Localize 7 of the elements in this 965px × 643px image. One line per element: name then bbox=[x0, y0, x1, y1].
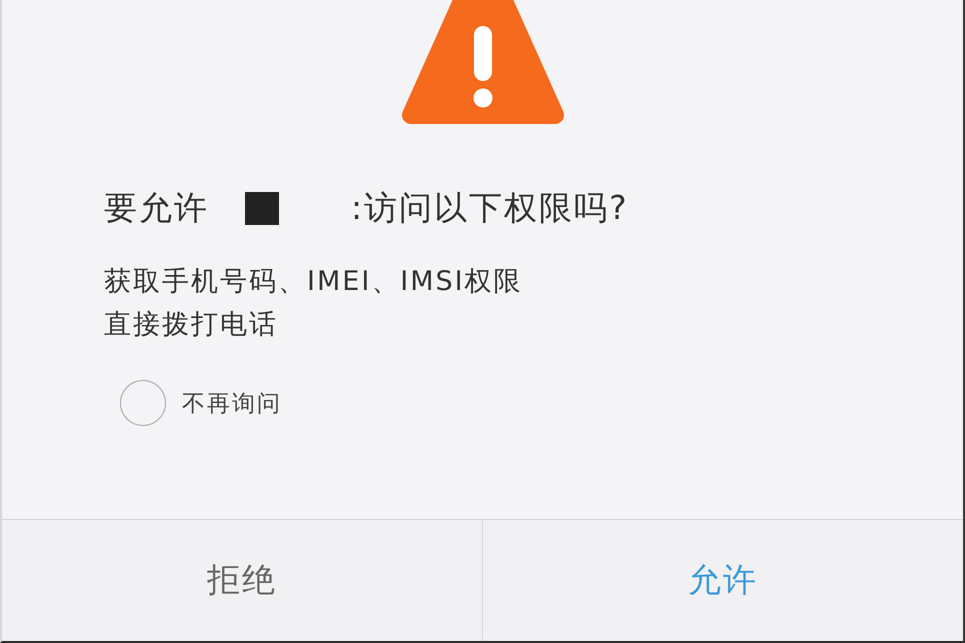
dialog-title: 要允许 bbox=[104, 187, 209, 229]
checkbox-label: 不再询问 bbox=[182, 390, 282, 418]
redaction-block bbox=[245, 192, 279, 224]
permission-text: 获取手机号码、IMEI、IMSI权限 bbox=[104, 265, 524, 299]
checkbox-circle[interactable] bbox=[120, 380, 166, 426]
dialog-title: :访问以下权限吗? bbox=[351, 187, 629, 229]
permission-text: 直接拨打电话 bbox=[104, 308, 279, 342]
